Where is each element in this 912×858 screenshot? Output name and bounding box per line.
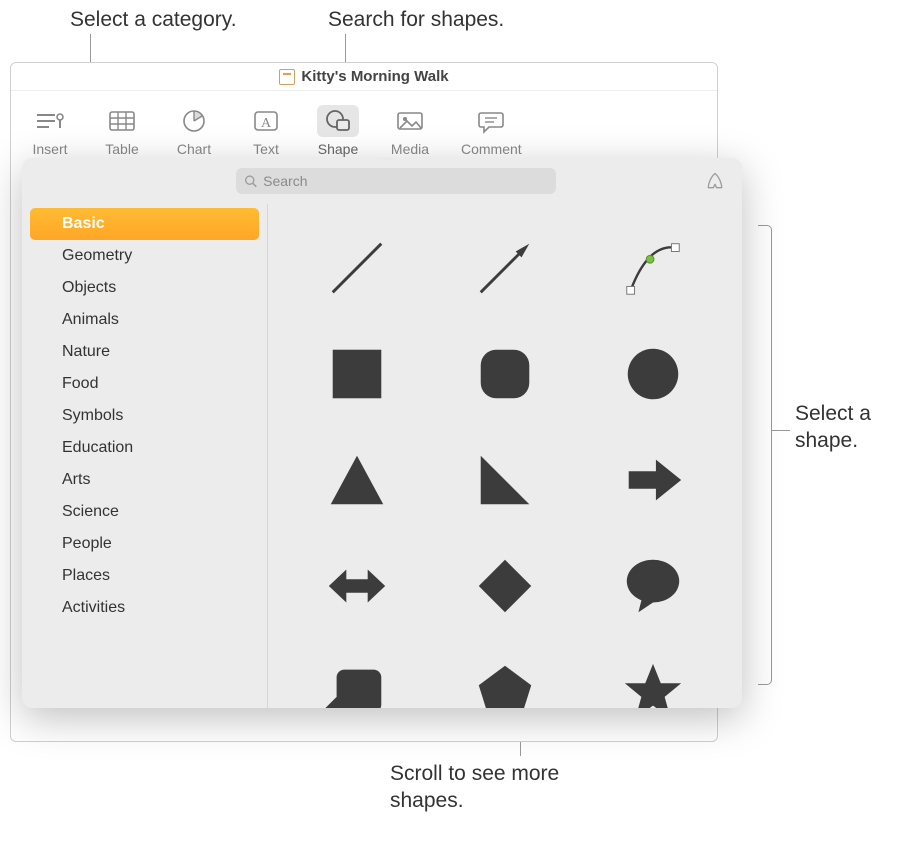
category-objects[interactable]: Objects	[30, 272, 259, 304]
category-food[interactable]: Food	[30, 368, 259, 400]
media-label: Media	[391, 141, 429, 157]
shape-button[interactable]: Shape	[317, 105, 359, 157]
shape-pentagon[interactable]	[465, 652, 545, 708]
comment-icon	[476, 108, 506, 134]
category-animals[interactable]: Animals	[30, 304, 259, 336]
text-button[interactable]: A Text	[245, 105, 287, 157]
media-icon	[395, 108, 425, 134]
shape-triangle[interactable]	[317, 440, 397, 520]
callout-bracket-shape	[758, 225, 772, 685]
shape-right-triangle[interactable]	[465, 440, 545, 520]
search-icon	[244, 174, 257, 188]
table-label: Table	[105, 141, 138, 157]
document-icon	[279, 69, 295, 85]
category-list[interactable]: BasicGeometryObjectsAnimalsNatureFoodSym…	[22, 204, 268, 708]
shape-arrow-right[interactable]	[613, 440, 693, 520]
insert-label: Insert	[32, 141, 67, 157]
shape-diamond[interactable]	[465, 546, 545, 626]
category-places[interactable]: Places	[30, 560, 259, 592]
document-title: Kitty's Morning Walk	[301, 68, 448, 85]
shape-speech-bubble[interactable]	[613, 546, 693, 626]
shape-square[interactable]	[317, 334, 397, 414]
pen-icon	[705, 171, 725, 191]
comment-label: Comment	[461, 141, 522, 157]
chart-icon	[179, 108, 209, 134]
chart-button[interactable]: Chart	[173, 105, 215, 157]
search-field[interactable]	[236, 168, 556, 194]
text-label: Text	[253, 141, 279, 157]
shape-grid[interactable]	[268, 204, 742, 708]
category-science[interactable]: Science	[30, 496, 259, 528]
category-basic[interactable]: Basic	[30, 208, 259, 240]
shape-circle[interactable]	[613, 334, 693, 414]
chart-label: Chart	[177, 141, 211, 157]
window-titlebar: Kitty's Morning Walk	[11, 63, 717, 91]
callout-category: Select a category.	[70, 6, 237, 33]
shape-arrow-line[interactable]	[465, 228, 545, 308]
search-input[interactable]	[263, 173, 548, 189]
media-button[interactable]: Media	[389, 105, 431, 157]
text-icon: A	[251, 108, 281, 134]
table-button[interactable]: Table	[101, 105, 143, 157]
category-geometry[interactable]: Geometry	[30, 240, 259, 272]
shape-line[interactable]	[317, 228, 397, 308]
comment-button[interactable]: Comment	[461, 105, 522, 157]
category-education[interactable]: Education	[30, 432, 259, 464]
shape-rounded-square[interactable]	[465, 334, 545, 414]
shape-star[interactable]	[613, 652, 693, 708]
callout-search: Search for shapes.	[328, 6, 504, 33]
shapes-popover: BasicGeometryObjectsAnimalsNatureFoodSym…	[22, 158, 742, 708]
shape-arrow-bidir[interactable]	[317, 546, 397, 626]
shape-curve[interactable]	[613, 228, 693, 308]
category-people[interactable]: People	[30, 528, 259, 560]
category-activities[interactable]: Activities	[30, 592, 259, 624]
category-symbols[interactable]: Symbols	[30, 400, 259, 432]
insert-button[interactable]: Insert	[29, 105, 71, 157]
callout-shape: Select a shape.	[795, 400, 905, 455]
shape-callout-box[interactable]	[317, 652, 397, 708]
popover-header	[22, 158, 742, 204]
svg-text:A: A	[261, 116, 272, 131]
category-arts[interactable]: Arts	[30, 464, 259, 496]
shape-icon	[323, 108, 353, 134]
callout-line-shape	[772, 430, 790, 431]
toolbar: Insert Table Chart A Text Shape Media Co…	[11, 91, 717, 163]
shape-label: Shape	[318, 141, 358, 157]
table-icon	[107, 108, 137, 134]
insert-icon	[35, 108, 65, 134]
callout-scroll: Scroll to see more shapes.	[390, 760, 590, 815]
category-nature[interactable]: Nature	[30, 336, 259, 368]
draw-shape-button[interactable]	[702, 170, 728, 192]
